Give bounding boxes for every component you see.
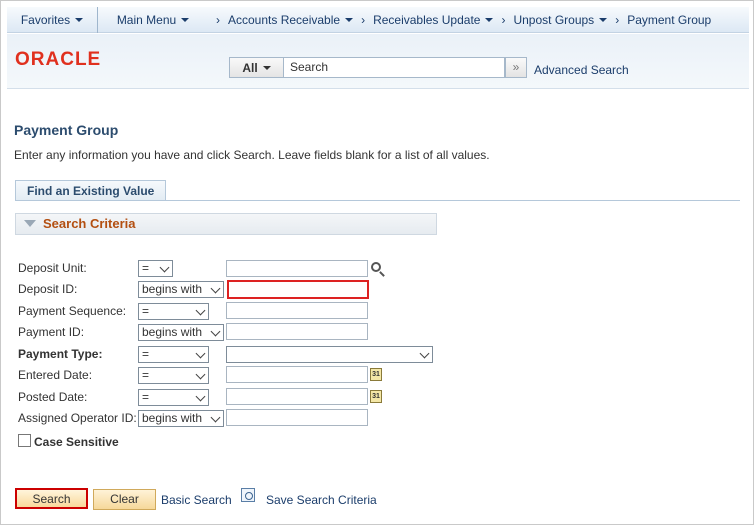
advanced-search-link[interactable]: Advanced Search [534, 63, 629, 77]
lookup-icon[interactable] [371, 262, 381, 272]
chevron-down-icon [181, 17, 190, 22]
posted-date-operator[interactable]: = [138, 389, 209, 406]
favorites-menu[interactable]: Favorites [7, 13, 97, 27]
breadcrumb-receivables-update[interactable]: Receivables Update [373, 13, 480, 27]
operator-value: = [142, 368, 150, 382]
posted-date-label: Posted Date: [18, 390, 88, 404]
entered-date-label: Entered Date: [18, 368, 93, 382]
clear-button[interactable]: Clear [93, 489, 156, 510]
chevron-down-icon [345, 17, 354, 22]
breadcrumb-payment-group[interactable]: Payment Group [627, 13, 711, 27]
deposit-id-label: Deposit ID: [18, 282, 78, 296]
breadcrumb-separator-icon: › [361, 12, 366, 27]
window-frame: Favorites Main Menu › Accounts Receivabl… [0, 0, 754, 525]
chevron-down-icon [210, 326, 221, 337]
operator-value: begins with [142, 325, 203, 339]
breadcrumb-unpost-groups[interactable]: Unpost Groups [513, 13, 594, 27]
entered-date-input[interactable] [226, 366, 368, 383]
search-criteria-group[interactable]: Search Criteria [15, 213, 437, 235]
case-sensitive-checkbox[interactable] [18, 434, 31, 447]
calendar-icon[interactable]: 31 [370, 390, 382, 403]
chevron-down-icon [210, 283, 221, 294]
payment-sequence-input[interactable] [226, 302, 368, 319]
payment-type-operator[interactable]: = [138, 346, 209, 363]
calendar-icon[interactable]: 31 [370, 368, 382, 381]
entered-date-operator[interactable]: = [138, 367, 209, 384]
basic-search-link[interactable]: Basic Search [161, 493, 232, 507]
chevron-down-icon [195, 305, 206, 316]
global-search: All Search [229, 57, 505, 78]
search-go-button[interactable]: » [505, 57, 527, 78]
operator-value: begins with [142, 411, 203, 425]
main-menu[interactable]: Main Menu [98, 13, 208, 27]
search-criteria-label: Search Criteria [43, 216, 136, 231]
collapse-triangle-icon [24, 220, 36, 227]
chevron-down-icon [75, 17, 84, 22]
search-scope-select[interactable]: All [230, 58, 284, 77]
tab-find-existing-value[interactable]: Find an Existing Value [15, 180, 167, 201]
payment-id-input[interactable] [226, 323, 368, 340]
top-nav-bar: Favorites Main Menu › Accounts Receivabl… [7, 6, 749, 33]
deposit-id-input[interactable] [227, 280, 369, 299]
breadcrumb-separator-icon: › [501, 12, 506, 27]
breadcrumb: › Accounts Receivable › Receivables Upda… [208, 13, 711, 27]
operator-value: = [142, 390, 150, 404]
chevron-down-icon [195, 369, 206, 380]
deposit-unit-label: Deposit Unit: [18, 261, 87, 275]
payment-sequence-operator[interactable]: = [138, 303, 209, 320]
assigned-operator-id-operator[interactable]: begins with [138, 410, 224, 427]
chevron-down-icon [485, 17, 494, 22]
chevron-down-icon [599, 17, 608, 22]
payment-id-label: Payment ID: [18, 325, 85, 339]
search-button[interactable]: Search [15, 488, 88, 509]
deposit-unit-operator[interactable]: = [138, 260, 173, 277]
case-sensitive-label: Case Sensitive [34, 435, 119, 449]
save-search-criteria-link[interactable]: Save Search Criteria [266, 493, 377, 507]
breadcrumb-separator-icon: › [615, 12, 620, 27]
header-band: ORACLE All Search » Advanced Search [7, 34, 749, 89]
operator-value: = [142, 347, 150, 361]
main-menu-label: Main Menu [116, 12, 177, 27]
deposit-id-operator[interactable]: begins with [138, 281, 224, 298]
operator-value: = [142, 261, 150, 275]
posted-date-input[interactable] [226, 388, 368, 405]
payment-id-operator[interactable]: begins with [138, 324, 224, 341]
chevron-down-icon [419, 348, 430, 359]
oracle-logo: ORACLE [15, 49, 102, 70]
search-input[interactable]: Search [284, 58, 328, 77]
tab-divider [15, 200, 740, 201]
operator-value: = [142, 304, 150, 318]
deposit-unit-input[interactable] [226, 260, 368, 277]
operator-value: begins with [142, 282, 203, 296]
chevron-down-icon [262, 65, 271, 70]
breadcrumb-separator-icon: › [216, 12, 220, 27]
page-title: Payment Group [14, 122, 119, 138]
save-search-icon[interactable] [241, 488, 255, 502]
assigned-operator-id-label: Assigned Operator ID: [18, 411, 137, 425]
breadcrumb-accounts-receivable[interactable]: Accounts Receivable [228, 13, 340, 27]
chevron-down-icon [195, 348, 206, 359]
search-scope-label: All [242, 60, 258, 75]
assigned-operator-id-input[interactable] [226, 409, 368, 426]
chevron-down-icon [195, 391, 206, 402]
chevron-down-icon [210, 412, 221, 423]
chevron-down-icon [159, 262, 170, 273]
favorites-label: Favorites [20, 12, 71, 27]
payment-type-select[interactable] [226, 346, 433, 363]
instructions-text: Enter any information you have and click… [14, 148, 490, 162]
payment-sequence-label: Payment Sequence: [18, 304, 127, 318]
payment-type-label: Payment Type: [18, 347, 103, 361]
